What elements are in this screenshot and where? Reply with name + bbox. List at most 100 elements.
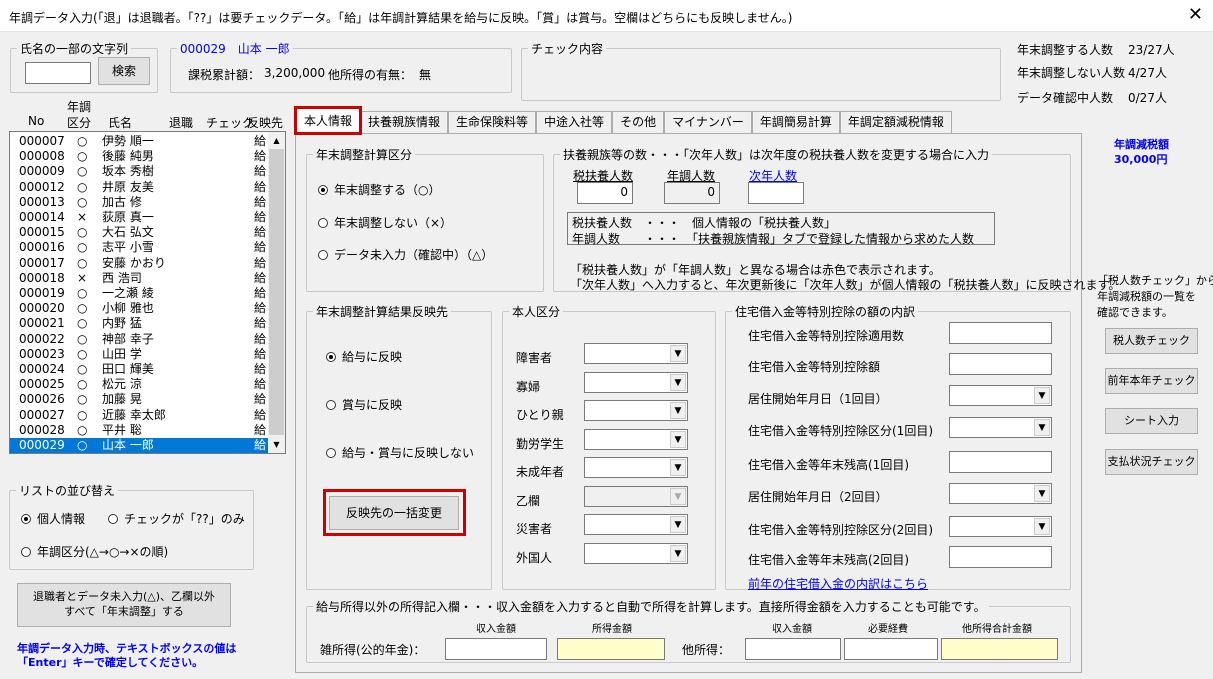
person-kubun-select[interactable]: ▼ [584, 486, 688, 507]
chevron-down-icon[interactable]: ▼ [670, 459, 686, 476]
tab-mid-year[interactable]: 中途入社等 [536, 111, 613, 133]
misc-income-label: 雑所得(公的年金)： [320, 643, 426, 657]
housing-loan-select[interactable]: ▼ [949, 483, 1052, 504]
list-item[interactable]: 000016 ○ 志平 小雪 給 [10, 240, 268, 255]
list-item-dest: 給 [254, 301, 267, 316]
chevron-down-icon[interactable]: ▼ [670, 402, 686, 419]
housing-loan-input[interactable] [949, 451, 1052, 473]
list-item[interactable]: 000026 ○ 加藤 晃 給 [10, 392, 268, 407]
dest-option-bonus[interactable]: 賞与に反映 [326, 396, 402, 413]
sort-option-personal[interactable]: 個人情報 [21, 510, 85, 527]
next-year-dependents-input[interactable] [748, 182, 804, 204]
other-revenue-input[interactable] [745, 638, 841, 660]
person-kubun-select[interactable]: ▼ [584, 372, 688, 393]
name-search-input[interactable] [25, 62, 91, 84]
calc-option-dont[interactable]: 年末調整しない（×） [318, 214, 452, 231]
tab-mynumber[interactable]: マイナンバー [664, 111, 752, 133]
list-item[interactable]: 000015 ○ 大石 弘文 給 [10, 225, 268, 240]
list-item[interactable]: 000029 ○ 山本 一郎 給 [10, 438, 268, 453]
housing-loan-select[interactable]: ▼ [949, 417, 1052, 438]
tab-dependents[interactable]: 扶養親族情報 [360, 111, 449, 133]
other-total-input[interactable] [941, 638, 1058, 660]
person-kubun-select[interactable]: ▼ [584, 514, 688, 535]
housing-loan-input[interactable] [949, 322, 1052, 344]
sheet-input-button[interactable]: シート入力 [1105, 408, 1198, 434]
prev-housing-loan-link[interactable]: 前年の住宅借入金の内訳はこちら [748, 575, 928, 592]
list-item[interactable]: 000008 ○ 後藤 純男 給 [10, 149, 268, 164]
tab-insurance[interactable]: 生命保険料等 [448, 111, 537, 133]
list-item-k: ○ [77, 240, 88, 255]
list-scrollbar[interactable]: ▲ ▼ [268, 132, 285, 453]
misc-revenue-input[interactable] [445, 638, 547, 660]
tax-dependents-input[interactable]: 0 [577, 182, 633, 204]
chevron-down-icon[interactable]: ▼ [670, 345, 686, 362]
calc-option-do[interactable]: 年末調整する（○） [318, 181, 440, 198]
sort-option-kubun[interactable]: 年調区分(△→○→×の順) [21, 543, 168, 560]
list-item[interactable]: 000013 ○ 加古 修 給 [10, 195, 268, 210]
other-expense-input[interactable] [844, 638, 938, 660]
list-item[interactable]: 000017 ○ 安藤 かおり 給 [10, 256, 268, 271]
list-item[interactable]: 000024 ○ 田口 輝美 給 [10, 362, 268, 377]
chevron-down-icon[interactable]: ▼ [1034, 518, 1050, 535]
person-kubun-legend: 本人区分 [512, 305, 561, 319]
list-item[interactable]: 000012 ○ 井原 友美 給 [10, 180, 268, 195]
chevron-down-icon[interactable]: ▼ [670, 488, 686, 505]
chevron-down-icon[interactable]: ▼ [1034, 485, 1050, 502]
chevron-down-icon[interactable]: ▼ [670, 545, 686, 562]
list-item[interactable]: 000009 ○ 坂本 秀樹 給 [10, 164, 268, 179]
dest-option-none[interactable]: 給与・賞与に反映しない [326, 444, 474, 461]
dest-option-salary[interactable]: 給与に反映 [326, 348, 402, 365]
tab-tax-reduction[interactable]: 年調定額減税情報 [839, 111, 952, 133]
chevron-down-icon[interactable]: ▼ [1034, 419, 1050, 436]
list-item[interactable]: 000025 ○ 松元 涼 給 [10, 377, 268, 392]
chevron-down-icon[interactable]: ▼ [1034, 387, 1050, 404]
list-item[interactable]: 000018 × 西 浩司 給 [10, 271, 268, 286]
scroll-down-icon[interactable]: ▼ [268, 436, 285, 453]
list-item[interactable]: 000014 × 荻原 真一 給 [10, 210, 268, 225]
radio-icon [318, 249, 328, 260]
list-item-name: 松元 涼 [102, 377, 142, 392]
person-kubun-select[interactable]: ▼ [584, 343, 688, 364]
tax-count-check-button[interactable]: 税人数チェック [1105, 328, 1198, 354]
chevron-down-icon[interactable]: ▼ [670, 431, 686, 448]
employee-list[interactable]: 000007 ○ 伊勢 順一給 000008 ○ 後藤 純男給 000009 ○ 坂本 秀樹給 0… [9, 131, 286, 454]
list-item[interactable]: 000007 ○ 伊勢 順一 給 [10, 134, 268, 149]
bulk-year-end-button[interactable]: 退職者とデータ未入力(△)、乙欄以外 すべて「年末調整」する [17, 583, 231, 627]
person-kubun-select[interactable]: ▼ [584, 400, 688, 421]
housing-loan-input[interactable] [949, 353, 1052, 375]
chevron-down-icon[interactable]: ▼ [670, 516, 686, 533]
housing-loan-label: 住宅借入金等特別控除区分(2回目) [748, 523, 933, 537]
tab-other[interactable]: その他 [612, 111, 665, 133]
list-item[interactable]: 000022 ○ 神部 幸子 給 [10, 332, 268, 347]
housing-loan-input[interactable] [949, 546, 1052, 568]
list-item[interactable]: 000027 ○ 近藤 幸太郎 給 [10, 408, 268, 423]
person-kubun-select[interactable]: ▼ [584, 457, 688, 478]
person-kubun-select[interactable]: ▼ [584, 429, 688, 450]
list-item[interactable]: 000019 ○ 一之瀬 綾 給 [10, 286, 268, 301]
list-item-k: ○ [77, 331, 88, 346]
housing-loan-select[interactable]: ▼ [949, 385, 1052, 406]
list-item-no: 000009 [19, 164, 65, 179]
chevron-down-icon[interactable]: ▼ [670, 374, 686, 391]
list-item-no: 000012 [19, 179, 65, 194]
scroll-up-icon[interactable]: ▲ [268, 132, 285, 149]
list-item[interactable]: 000020 ○ 小柳 雅也 給 [10, 301, 268, 316]
calc-option-pending[interactable]: データ未入力（確認中）（△） [318, 246, 493, 263]
scroll-thumb[interactable] [269, 149, 284, 435]
housing-loan-label: 居住開始年月日（2回目） [748, 490, 888, 504]
housing-loan-select[interactable]: ▼ [949, 516, 1052, 537]
prev-year-check-button[interactable]: 前年本年チェック [1105, 368, 1198, 394]
result-dest-legend: 年末調整計算結果反映先 [316, 305, 449, 319]
tab-personal[interactable]: 本人情報 [293, 106, 363, 135]
tab-simple-calc[interactable]: 年調簡易計算 [751, 111, 840, 133]
list-item[interactable]: 000021 ○ 内野 猛 給 [10, 316, 268, 331]
person-kubun-label: 災害者 [516, 522, 553, 536]
misc-income-input[interactable] [557, 638, 665, 660]
search-button[interactable]: 検索 [98, 57, 150, 85]
close-icon[interactable]: ✕ [1188, 4, 1203, 26]
list-item[interactable]: 000028 ○ 平井 聡 給 [10, 423, 268, 438]
list-item[interactable]: 000023 ○ 山田 学 給 [10, 347, 268, 362]
person-kubun-select[interactable]: ▼ [584, 543, 688, 564]
sort-option-check[interactable]: チェックが「??」のみ [108, 510, 245, 527]
payment-status-check-button[interactable]: 支払状況チェック [1105, 449, 1198, 475]
